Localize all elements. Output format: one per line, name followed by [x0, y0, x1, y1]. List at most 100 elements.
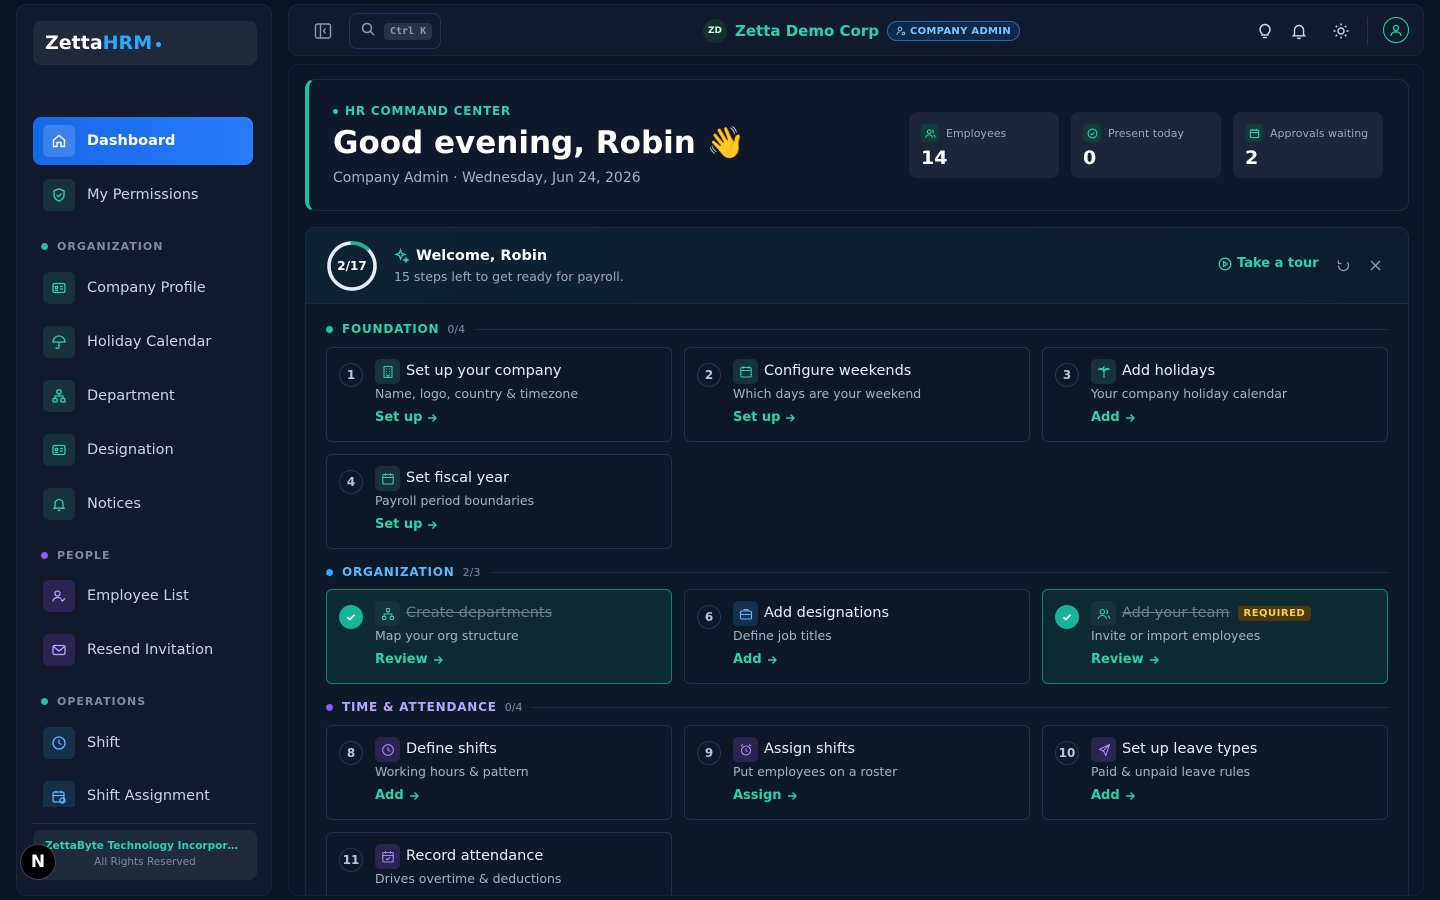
- stat-approvals-waiting[interactable]: Approvals waiting 2: [1233, 112, 1383, 178]
- step-action-link[interactable]: Assign: [733, 788, 797, 803]
- search-button[interactable]: Ctrl K: [349, 13, 441, 49]
- section-organization: ORGANIZATION: [41, 240, 163, 253]
- take-tour-button[interactable]: Take a tour: [1218, 256, 1319, 271]
- search-shortcut: Ctrl K: [384, 22, 433, 40]
- notification-bell-icon[interactable]: [1287, 19, 1311, 43]
- group-count: 0/4: [504, 700, 523, 714]
- step-action-link[interactable]: Add: [733, 652, 777, 667]
- step-number: 10: [1055, 741, 1079, 765]
- sidebar-item-employee-list[interactable]: Employee List: [33, 572, 253, 620]
- sidebar-item-shift-assignment[interactable]: Shift Assignment: [33, 773, 253, 807]
- group-name: ORGANIZATION: [342, 565, 455, 579]
- step-action-link[interactable]: Add: [1091, 410, 1135, 425]
- step-card-1[interactable]: 1 Set up your company Name, logo, countr…: [326, 347, 672, 442]
- company-switcher[interactable]: ZD Zetta Demo Corp COMPANY ADMIN: [703, 19, 1020, 43]
- sidebar-item-label: Shift Assignment: [87, 788, 210, 804]
- sidebar-item-designation[interactable]: Designation: [33, 426, 253, 474]
- section-dot: [41, 698, 48, 705]
- take-tour-label: Take a tour: [1237, 256, 1319, 271]
- step-number: 8: [339, 741, 363, 765]
- step-title-text: Set up leave types: [1122, 741, 1258, 757]
- lightbulb-icon[interactable]: [1253, 19, 1277, 43]
- sidebar-item-label: Department: [87, 388, 175, 404]
- section-dot: [41, 552, 48, 559]
- step-title-text: Define shifts: [406, 741, 497, 757]
- step-action-link[interactable]: Set up: [733, 410, 796, 425]
- step-action-link[interactable]: Set up: [375, 517, 438, 532]
- stat-employees[interactable]: Employees 14: [909, 112, 1059, 178]
- arrow-right-icon: [433, 655, 443, 664]
- step-card-11[interactable]: 11 Record attendance Drives overtime & d…: [326, 832, 672, 895]
- sidebar-item-holiday-calendar[interactable]: Holiday Calendar: [33, 318, 253, 366]
- section-operations: OPERATIONS: [41, 695, 146, 708]
- refresh-icon[interactable]: [1334, 256, 1352, 274]
- group-rule: [532, 706, 1388, 708]
- step-action-link[interactable]: Review: [1091, 652, 1159, 667]
- step-title-text: Set up your company: [406, 363, 562, 379]
- step-description: Put employees on a roster: [733, 764, 898, 779]
- step-title-text: Add holidays: [1122, 363, 1216, 379]
- step-title-text: Record attendance: [406, 848, 544, 864]
- arrow-right-icon: [428, 520, 438, 529]
- step-action-link[interactable]: Add: [375, 788, 419, 803]
- brand-dot: [156, 41, 162, 47]
- search-icon: [360, 21, 376, 41]
- sidebar-item-dashboard[interactable]: Dashboard: [33, 117, 253, 165]
- sidebar-item-company-profile[interactable]: Company Profile: [33, 264, 253, 312]
- step-description: Drives overtime & deductions: [375, 871, 562, 886]
- step-action-link[interactable]: Set up: [375, 410, 438, 425]
- org-chart-icon: [375, 601, 400, 626]
- hero-card: HR COMMAND CENTER Good evening, Robin 👋 …: [305, 79, 1409, 211]
- step-title: Record attendance: [406, 848, 543, 864]
- brand-logo[interactable]: Zetta HRM: [33, 21, 257, 65]
- step-card-5[interactable]: Create departments Map your org structur…: [326, 589, 672, 684]
- arrow-right-icon: [1149, 655, 1159, 664]
- step-card-4[interactable]: 4 Set fiscal year Payroll period boundar…: [326, 454, 672, 549]
- stat-label: Employees: [946, 126, 1007, 140]
- step-description: Working hours & pattern: [375, 764, 529, 779]
- step-card-2[interactable]: 2 Configure weekends Which days are your…: [684, 347, 1030, 442]
- step-number: 11: [339, 848, 363, 872]
- step-title-text: Create departments: [406, 605, 553, 621]
- sidebar-item-notices[interactable]: Notices: [33, 480, 253, 528]
- group-dot: [326, 703, 333, 711]
- stat-value: 2: [1245, 147, 1259, 169]
- footer-company: ZettaByte Technology Incorporat...: [45, 840, 252, 852]
- step-card-3[interactable]: 3 Add holidays Your company holiday cale…: [1042, 347, 1388, 442]
- step-card-8[interactable]: 8 Define shifts Working hours & pattern …: [326, 725, 672, 820]
- mail-icon: [43, 634, 75, 666]
- sidebar-item-resend-invitation[interactable]: Resend Invitation: [33, 626, 253, 674]
- step-card-10[interactable]: 10 Set up leave types Paid & unpaid leav…: [1042, 725, 1388, 820]
- sidebar-item-department[interactable]: Department: [33, 372, 253, 420]
- theme-sun-icon[interactable]: [1329, 19, 1353, 43]
- dev-tools-badge[interactable]: N: [20, 844, 56, 880]
- sidebar-item-label: Designation: [87, 442, 174, 458]
- stat-present-today[interactable]: Present today 0: [1071, 112, 1221, 178]
- group-count: 0/4: [447, 322, 466, 336]
- step-title: Set fiscal year: [406, 470, 509, 486]
- user-check-icon: [43, 580, 75, 612]
- step-card-6[interactable]: 6 Add designations Define job titles Add: [684, 589, 1030, 684]
- arrow-right-icon: [1125, 413, 1135, 422]
- calendar-icon: [375, 466, 400, 491]
- calendar-clock-icon: [43, 781, 75, 807]
- palm-tree-icon: [1091, 359, 1116, 384]
- step-card-7[interactable]: Add your team REQUIRED Invite or import e…: [1042, 589, 1388, 684]
- alarm-clock-icon: [733, 737, 758, 762]
- step-action-link[interactable]: Add: [1091, 788, 1135, 803]
- topbar: Ctrl K ZD Zetta Demo Corp COMPANY ADMIN: [288, 4, 1424, 56]
- section-title: ORGANIZATION: [57, 240, 164, 253]
- user-avatar[interactable]: [1383, 17, 1409, 43]
- sidebar-toggle-icon[interactable]: [311, 19, 335, 43]
- step-card-9[interactable]: 9 Assign shifts Put employees on a roste…: [684, 725, 1030, 820]
- sidebar: Zetta HRM Dashboard My Permissions ORGANI…: [16, 4, 272, 896]
- step-title: Define shifts: [406, 741, 497, 757]
- sidebar-item-my-permissions[interactable]: My Permissions: [33, 171, 253, 219]
- close-icon[interactable]: [1366, 256, 1384, 274]
- sidebar-item-label: Notices: [87, 496, 141, 512]
- step-action-link[interactable]: Review: [375, 652, 443, 667]
- progress-label: 2/17: [337, 259, 367, 273]
- step-action-label: Assign: [733, 788, 782, 803]
- sidebar-item-shift[interactable]: Shift: [33, 719, 253, 767]
- onboarding-checklist: 2/17 Welcome, Robin 15 steps left to get…: [305, 227, 1409, 895]
